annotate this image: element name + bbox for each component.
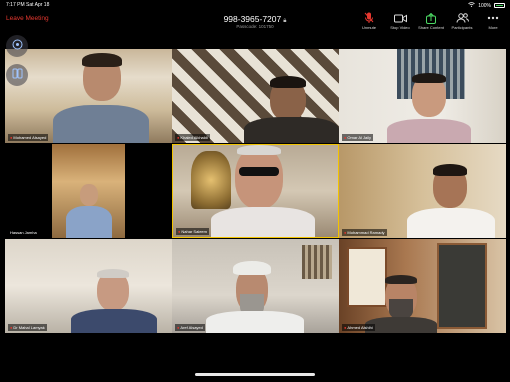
gallery-view-button[interactable] (6, 64, 28, 86)
participant-name: ●Nahar Saleem (176, 228, 209, 235)
battery-percent: 100% (478, 2, 491, 9)
participant-name: Hassan Jamha (8, 229, 39, 236)
participant-tile[interactable]: ●Omar Al Jaily (339, 49, 506, 143)
participant-name: ●Aref Alsayed (175, 324, 205, 331)
battery-icon (494, 3, 505, 8)
more-button[interactable]: More (482, 12, 504, 30)
participant-name: ●Khaled Alkhaldi (175, 134, 210, 141)
participant-video (242, 49, 339, 143)
participant-tile[interactable]: ●Mohammad Ramady (339, 144, 506, 238)
meeting-toolbar: Leave Meeting 998-3965-7207 🔒︎ Passcode: … (0, 10, 510, 38)
status-bar: 7:17 PM Sat Apr 18 100% (0, 0, 510, 10)
meeting-id-text: 998-3965-7207 (223, 14, 282, 24)
share-content-button[interactable]: Share Content (418, 12, 444, 30)
share-content-label: Share Content (418, 25, 444, 30)
status-date: Sat Apr 18 (26, 2, 50, 8)
mic-muted-icon (364, 12, 374, 24)
participant-name: ●Mohamed Alsayed (8, 134, 49, 141)
participant-tile[interactable]: ●Aref Alsayed (172, 239, 339, 333)
participant-tile[interactable]: Hassan Jamha (5, 144, 172, 238)
participant-video (207, 145, 317, 237)
unmute-button[interactable]: Unmute (358, 12, 380, 30)
participant-name: ●Omar Al Jaily (342, 134, 373, 141)
participant-video (379, 49, 479, 143)
participant-video (359, 239, 449, 333)
stop-video-label: Stop Video (390, 25, 410, 30)
share-icon (426, 12, 436, 24)
participant-name: ●Dr Mahal Lamyak (8, 324, 47, 331)
participant-tile[interactable]: ●Khaled Alkhaldi (172, 49, 339, 143)
participant-video (45, 49, 149, 143)
participant-name: ●Ahmed Alshihi (342, 324, 375, 331)
participant-tile[interactable]: ●Dr Mahal Lamyak (5, 239, 172, 333)
participant-tile-active-speaker[interactable]: ●Nahar Saleem (172, 144, 339, 238)
gallery-view-icon (12, 66, 23, 84)
video-icon (393, 12, 407, 24)
participants-button[interactable]: Participants (451, 12, 473, 30)
participant-video (61, 239, 161, 333)
more-icon (487, 12, 499, 24)
unmute-label: Unmute (361, 25, 376, 30)
participant-video (399, 144, 499, 238)
participant-video (200, 239, 310, 333)
home-indicator[interactable] (195, 373, 315, 376)
camera-switch-icon (12, 37, 23, 55)
wifi-icon (468, 2, 475, 9)
switch-camera-button[interactable] (6, 35, 28, 57)
participants-label: Participants (451, 25, 473, 30)
status-time: 7:17 PM (6, 2, 25, 8)
control-buttons: Unmute Stop Video Share Content Particip… (358, 12, 504, 30)
participant-video (52, 144, 125, 238)
participants-icon (456, 12, 469, 24)
stop-video-button[interactable]: Stop Video (389, 12, 411, 30)
participant-tile[interactable]: ●Ahmed Alshihi (339, 239, 506, 333)
participant-name: ●Mohammad Ramady (342, 229, 387, 236)
more-label: More (488, 25, 498, 30)
participant-tile[interactable]: ●Mohamed Alsayed (5, 49, 172, 143)
